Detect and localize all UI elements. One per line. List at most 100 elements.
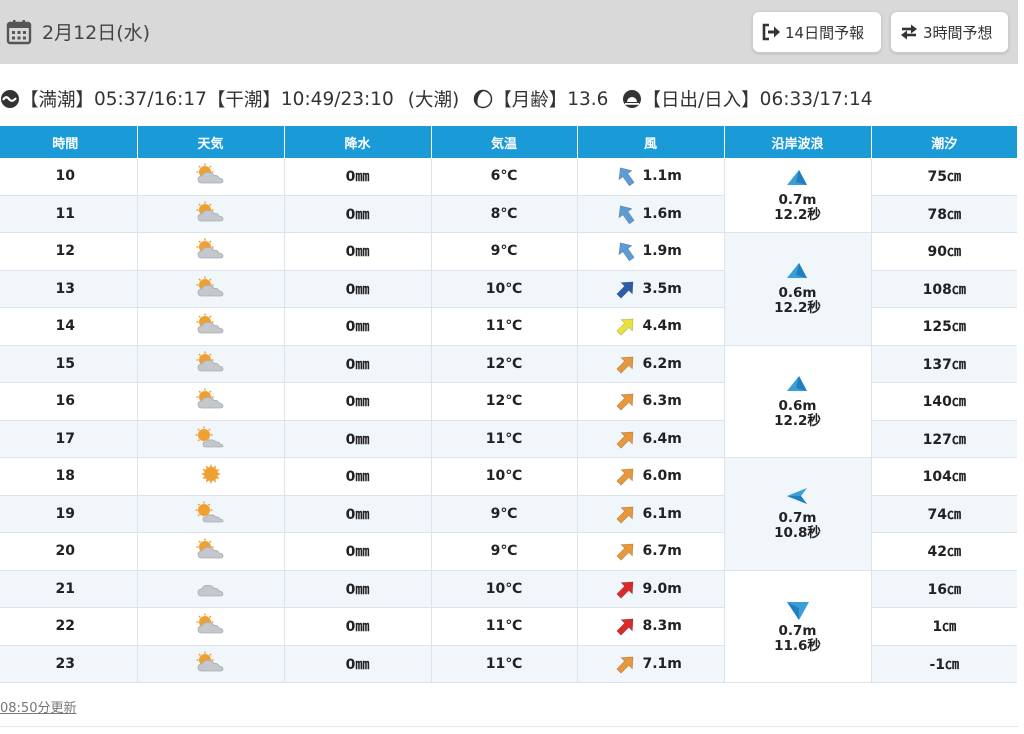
- wind-arrow-icon: [615, 618, 633, 636]
- wave-height: 0.7m: [778, 622, 817, 639]
- wind-speed: 6.1m: [642, 505, 682, 522]
- wind-speed: 1.9m: [642, 243, 682, 260]
- hour-cell: 15: [0, 345, 138, 383]
- wave-period: 12.2秒: [774, 206, 821, 223]
- weather-cell: [137, 532, 285, 571]
- hour-cell: 21: [0, 570, 138, 608]
- table-row: 18 0㎜ 10℃ 6.0m 0.7m 10.8秒 104㎝: [0, 457, 1017, 571]
- tide-type: (大潮): [407, 90, 460, 111]
- coastal-wave-cell: 0.6m 12.2秒: [724, 232, 872, 346]
- precipitation-cell: 0㎜: [284, 607, 432, 646]
- tide-cell: 137㎝: [871, 345, 1017, 383]
- coastal-wave-cell: 0.7m 10.8秒: [724, 457, 872, 571]
- temperature-cell: 9℃: [431, 232, 578, 271]
- wind-speed: 8.3m: [642, 618, 682, 635]
- partly-cloudy-icon: [196, 351, 223, 372]
- calendar-icon: [6, 19, 32, 44]
- temperature-cell: 11℃: [431, 420, 578, 458]
- wind-cell: 6.4m: [577, 420, 725, 458]
- hour-cell: 13: [0, 270, 138, 308]
- exchange-icon: [901, 24, 917, 40]
- tide-wave-icon: [1, 90, 19, 108]
- precipitation-cell: 0㎜: [284, 307, 432, 346]
- wind-arrow-icon: [617, 242, 635, 262]
- wind-cell: 6.1m: [577, 495, 725, 533]
- tide-cell: 74㎝: [871, 495, 1017, 533]
- low-tide-times: 10:49/23:10: [280, 88, 394, 110]
- tide-cell: 75㎝: [871, 158, 1017, 196]
- wind-arrow-icon: [615, 581, 633, 599]
- precipitation-cell: 0㎜: [284, 532, 432, 571]
- partly-cloudy-icon: [196, 276, 223, 297]
- hour-cell: 22: [0, 607, 138, 646]
- precipitation-cell: 0㎜: [284, 495, 432, 533]
- precipitation-cell: 0㎜: [284, 345, 432, 383]
- table-row: 12 0㎜ 9℃ 1.9m 0.6m 12.2秒 90㎝: [0, 232, 1017, 346]
- tide-cell: 104㎝: [871, 457, 1017, 496]
- tide-cell: 1㎝: [871, 607, 1017, 646]
- hour-cell: 14: [0, 307, 138, 346]
- moon-icon: [473, 89, 493, 109]
- tide-cell: 108㎝: [871, 270, 1017, 308]
- wind-speed: 1.6m: [642, 205, 682, 222]
- wind-arrow-icon: [615, 506, 633, 524]
- sunrise-sunset-label: 【日出/日入】: [642, 90, 760, 111]
- wind-cell: 6.3m: [577, 382, 725, 421]
- wind-cell: 6.7m: [577, 532, 725, 571]
- weather-cell: [137, 495, 285, 533]
- table-row: 10 0㎜ 6℃ 1.1m 0.7m 12.2秒 75㎝: [0, 158, 1017, 233]
- temperature-cell: 6℃: [431, 158, 578, 196]
- temperature-cell: 12℃: [431, 382, 578, 421]
- temperature-cell: 11℃: [431, 607, 578, 646]
- wind-arrow-icon: [615, 656, 633, 674]
- precipitation-cell: 0㎜: [284, 270, 432, 308]
- partly-cloudy-icon: [196, 388, 223, 409]
- hour-cell: 11: [0, 195, 138, 233]
- 3-hour-forecast-button[interactable]: 3時間予想: [890, 11, 1009, 53]
- precipitation-cell: 0㎜: [284, 195, 432, 233]
- wind-speed: 4.4m: [642, 318, 682, 335]
- wind-arrow-icon: [615, 393, 633, 411]
- table-header-row: 時間 天気 降水 気温 風 沿岸波浪 潮汐: [0, 126, 1017, 158]
- sign-out-icon: [762, 23, 780, 41]
- tide-cell: 127㎝: [871, 420, 1017, 458]
- temperature-cell: 9℃: [431, 532, 578, 571]
- tide-cell: 78㎝: [871, 195, 1017, 233]
- hour-cell: 23: [0, 645, 138, 683]
- sunny-cloudy-icon: [195, 426, 223, 448]
- precipitation-cell: 0㎜: [284, 570, 432, 608]
- wave-direction-icon: [786, 263, 807, 279]
- precipitation-cell: 0㎜: [284, 457, 432, 496]
- wind-arrow-icon: [615, 281, 633, 299]
- partly-cloudy-icon: [196, 538, 223, 559]
- coastal-wave-cell: 0.7m 12.2秒: [724, 158, 872, 233]
- tide-cell: 42㎝: [871, 532, 1017, 571]
- wind-arrow-icon: [615, 431, 633, 449]
- cloudy-icon: [197, 584, 223, 597]
- wind-arrow-icon: [615, 318, 633, 336]
- wind-cell: 3.5m: [577, 270, 725, 308]
- hour-cell: 19: [0, 495, 138, 533]
- wave-direction-icon: [786, 488, 807, 505]
- tide-info-line: 【満潮】 05:37/16:17 【干潮】 10:49/23:10 (大潮) 【…: [0, 85, 873, 113]
- wind-speed: 6.3m: [642, 393, 682, 410]
- weather-cell: [137, 307, 285, 346]
- precipitation-cell: 0㎜: [284, 420, 432, 458]
- header-coastal-waves: 沿岸波浪: [724, 126, 872, 158]
- wind-cell: 1.1m: [577, 158, 725, 196]
- weather-cell: [137, 232, 285, 271]
- table-row: 21 0㎜ 10℃ 9.0m 0.7m 11.6秒 16㎝: [0, 570, 1017, 683]
- wind-arrow-icon: [617, 167, 635, 187]
- wind-cell: 6.0m: [577, 457, 725, 496]
- wave-period: 12.2秒: [774, 412, 821, 429]
- temperature-cell: 11℃: [431, 307, 578, 346]
- wave-period: 12.2秒: [774, 300, 821, 317]
- hour-cell: 20: [0, 532, 138, 571]
- 14-day-forecast-button[interactable]: 14日間予報: [752, 11, 882, 53]
- temperature-cell: 10℃: [431, 570, 578, 608]
- partly-cloudy-icon: [196, 613, 223, 634]
- wind-arrow-icon: [617, 205, 635, 225]
- temperature-cell: 10℃: [431, 457, 578, 496]
- wind-cell: 7.1m: [577, 645, 725, 683]
- weather-cell: [137, 607, 285, 646]
